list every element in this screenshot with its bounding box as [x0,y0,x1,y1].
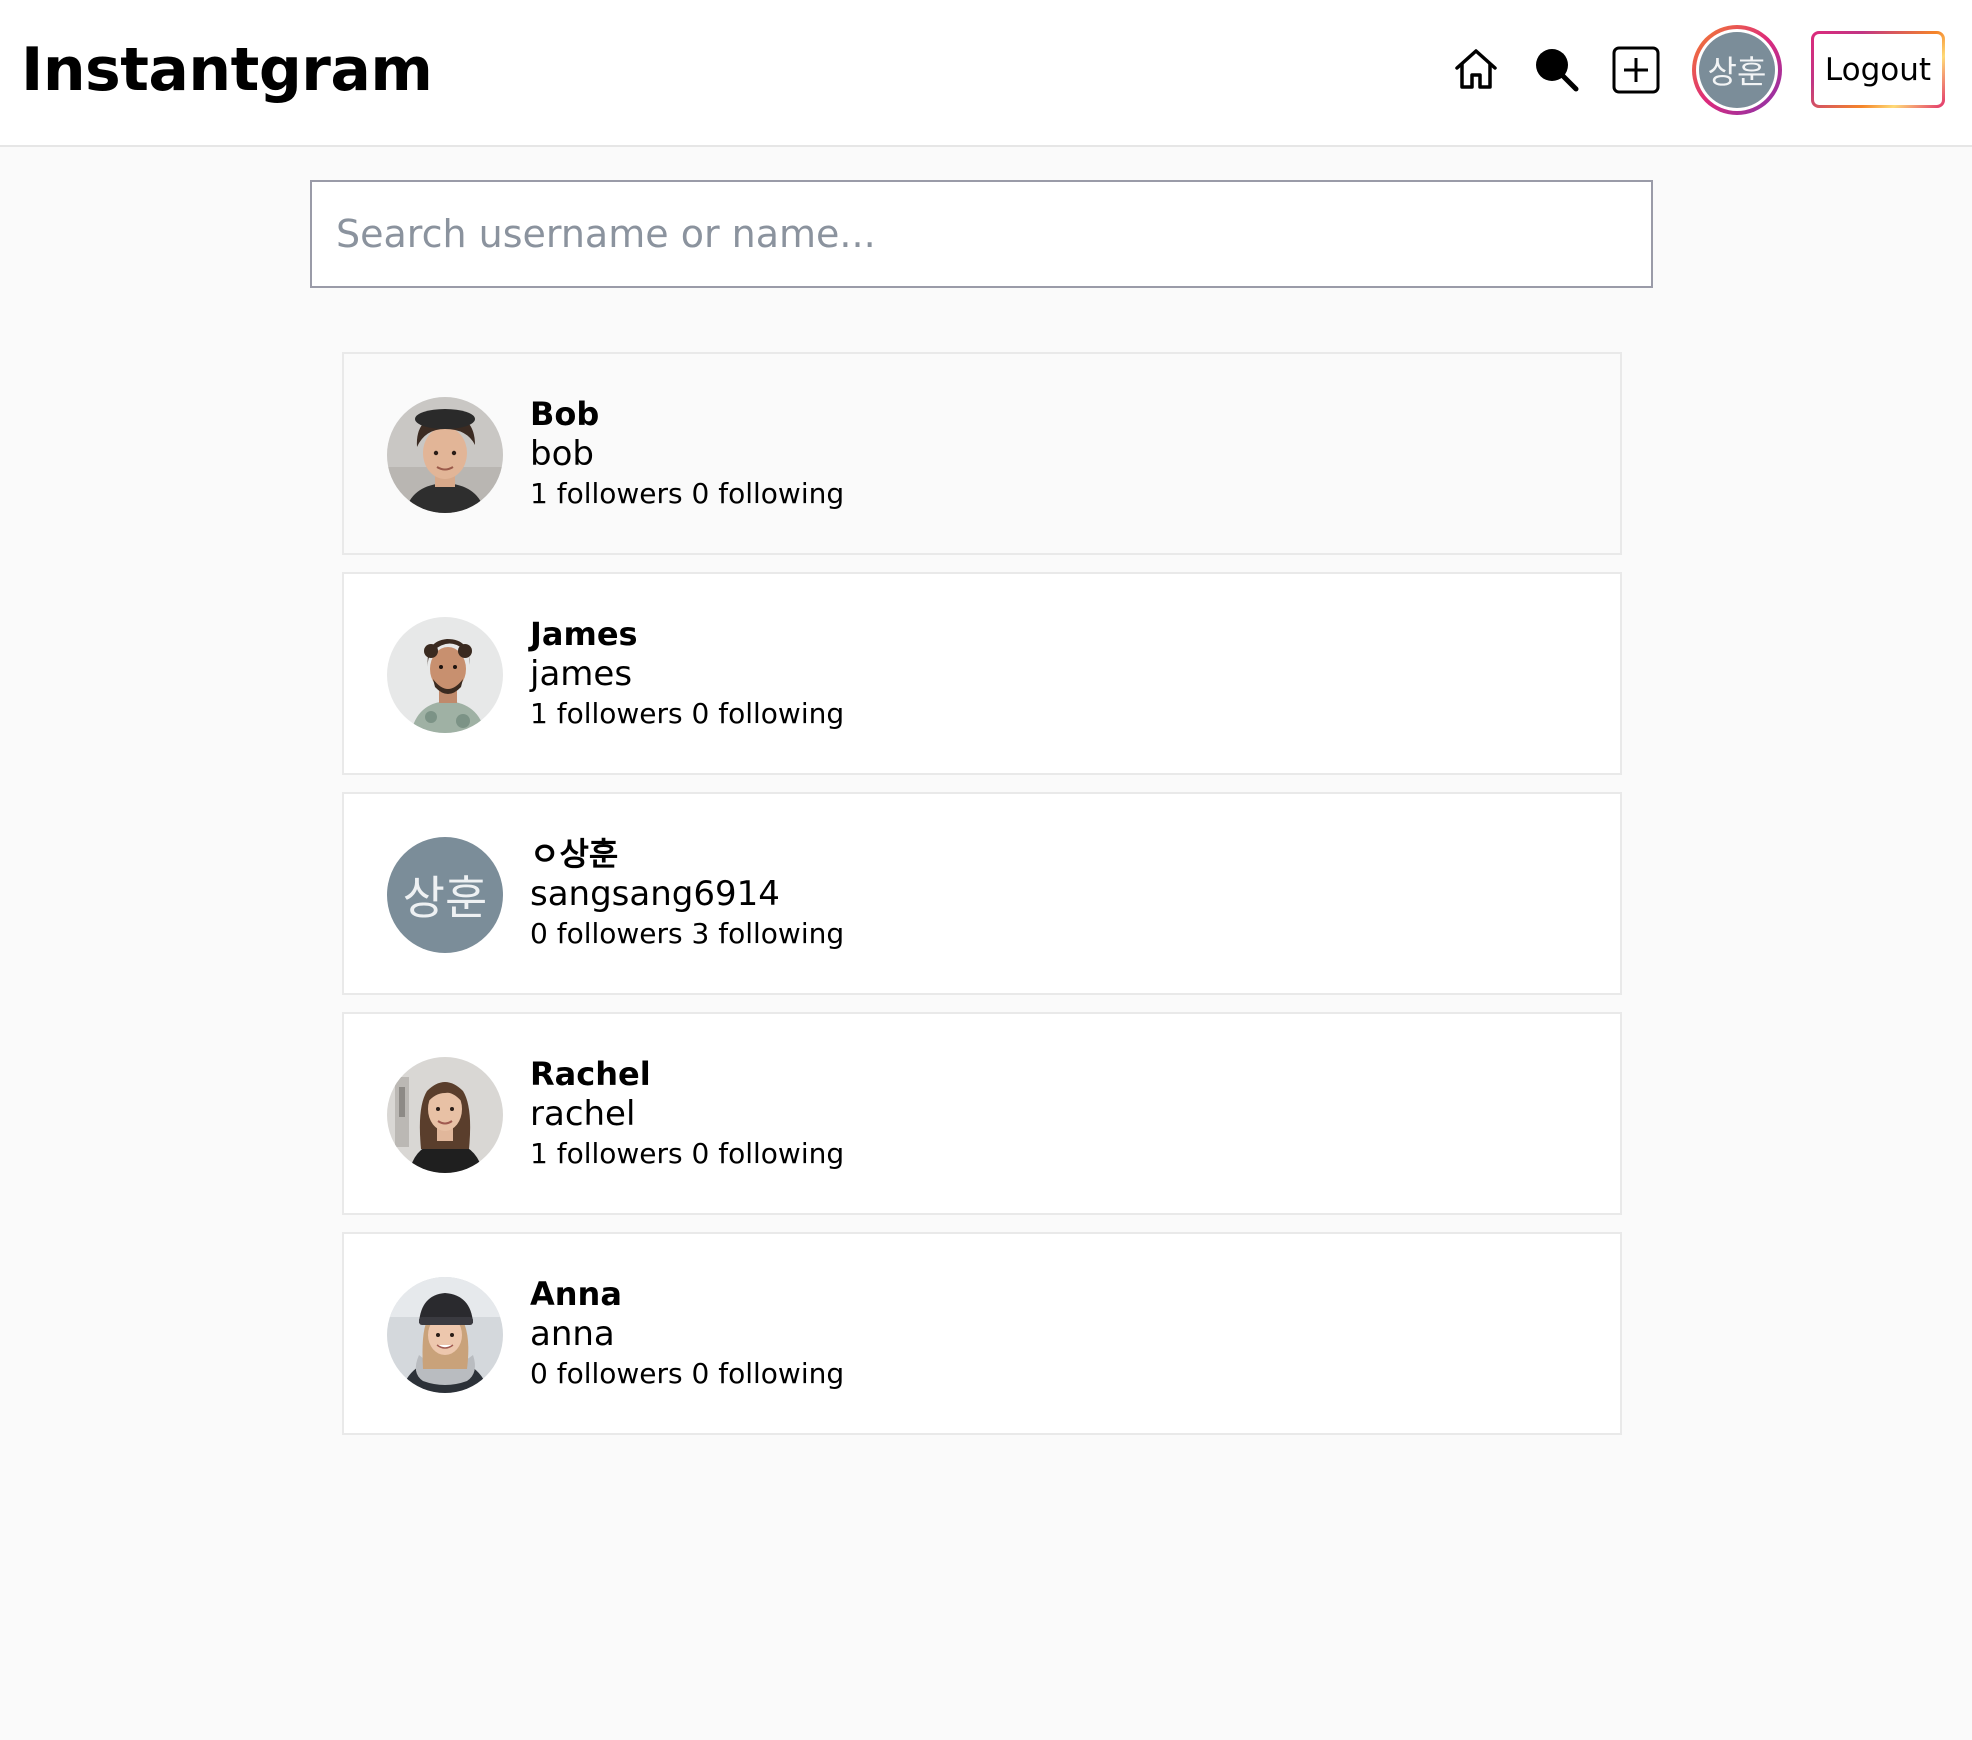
app-logo[interactable]: Instantgram [21,34,433,106]
user-follow-stats: 1 followers 0 following [530,697,845,730]
user-info: Bob bob 1 followers 0 following [530,394,844,514]
user-display-name: ㅇ상훈 [530,835,619,873]
top-header: Instantgram 상훈 Logout [0,0,1972,147]
profile-avatar[interactable]: 상훈 [1692,25,1782,115]
user-username: rachel [530,1094,636,1134]
user-card-anna[interactable]: Anna anna 0 followers 0 following [342,1232,1622,1435]
user-card-rachel[interactable]: Rachel rachel 1 followers 0 following [342,1012,1622,1215]
logout-button[interactable]: Logout [1814,34,1942,105]
user-username: sangsang6914 [530,874,780,914]
user-follow-stats: 0 followers 0 following [530,1357,845,1390]
plus-square-icon[interactable] [1611,46,1661,94]
avatar-ring: 상훈 [1696,29,1778,111]
avatar-photo-rachel [387,1057,503,1173]
avatar-initials: 상훈 [387,837,503,953]
avatar [387,397,503,513]
avatar [387,1057,503,1173]
avatar-photo-bob [387,397,503,513]
user-username: bob [530,434,594,474]
avatar-photo-james [387,617,503,733]
user-display-name: James [530,615,638,653]
user-follow-stats: 1 followers 0 following [530,1137,845,1170]
user-card-sangsang6914[interactable]: 상훈 ㅇ상훈 sangsang6914 0 followers 3 follow… [342,792,1622,995]
user-info: James james 1 followers 0 following [530,614,844,734]
user-display-name: Anna [530,1275,622,1313]
user-list: Bob bob 1 followers 0 following James ja… [342,352,1622,1452]
search-icon-svg [1536,49,1579,92]
user-username: anna [530,1314,615,1354]
search-icon[interactable] [1532,45,1580,93]
user-follow-stats: 1 followers 0 following [530,477,845,510]
logout-button-border: Logout [1811,31,1945,108]
user-info: Rachel rachel 1 followers 0 following [530,1054,844,1174]
user-username: james [530,654,633,694]
plus-square-icon-svg [1612,46,1660,94]
avatar-initials: 상훈 [1699,32,1775,108]
avatar [387,617,503,733]
user-info: Anna anna 0 followers 0 following [530,1274,844,1394]
avatar [387,1277,503,1393]
user-follow-stats: 0 followers 3 following [530,917,845,950]
avatar-photo-anna [387,1277,503,1393]
user-display-name: Rachel [530,1055,651,1093]
user-card-bob[interactable]: Bob bob 1 followers 0 following [342,352,1622,555]
user-info: ㅇ상훈 sangsang6914 0 followers 3 following [530,834,844,954]
home-icon[interactable] [1452,46,1500,92]
user-card-james[interactable]: James james 1 followers 0 following [342,572,1622,775]
search-input[interactable] [310,180,1653,288]
home-icon-svg [1455,49,1497,89]
user-display-name: Bob [530,395,600,433]
